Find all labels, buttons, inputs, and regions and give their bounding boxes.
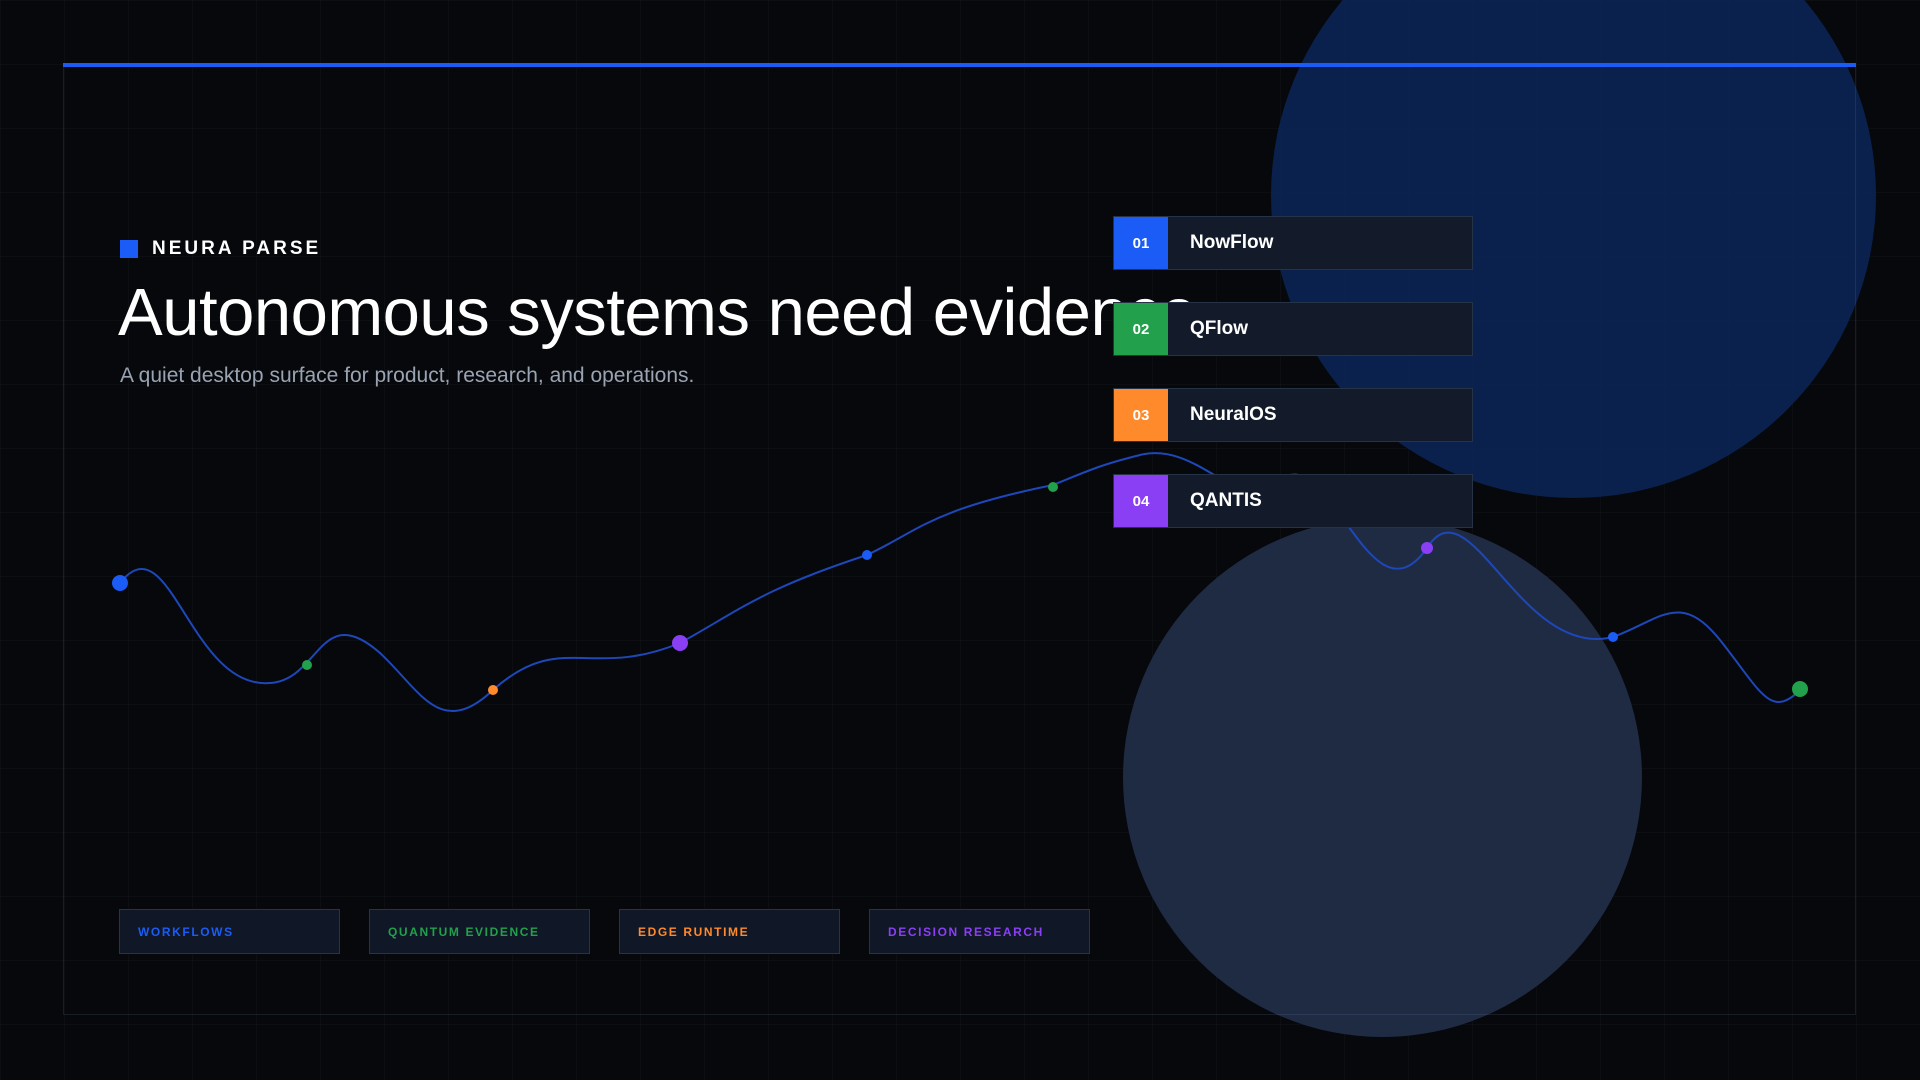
slide-canvas: NEURA PARSE Autonomous systems need evid… [0, 0, 1920, 1080]
tag-quantum-evidence[interactable]: QUANTUM EVIDENCE [369, 909, 590, 954]
tag-decision-research[interactable]: DECISION RESEARCH [869, 909, 1090, 954]
wave-line [119, 452, 1801, 713]
list-number-badge: 03 [1114, 389, 1168, 441]
product-list: 01 NowFlow 02 QFlow 03 NeuralOS 04 QANTI… [1113, 216, 1473, 560]
tag-workflows[interactable]: WORKFLOWS [119, 909, 340, 954]
list-item-neuralos[interactable]: 03 NeuralOS [1113, 388, 1473, 442]
wave-dot-3 [488, 685, 498, 695]
wave-dot-1 [112, 575, 128, 591]
list-number-badge: 01 [1114, 217, 1168, 269]
page-subtitle: A quiet desktop surface for product, res… [120, 364, 695, 387]
wave-dot-9 [1792, 681, 1808, 697]
wave-dot-4 [672, 635, 688, 651]
list-number-badge: 04 [1114, 475, 1168, 527]
tag-row: WORKFLOWS QUANTUM EVIDENCE EDGE RUNTIME … [119, 909, 1090, 954]
list-item-qantis[interactable]: 04 QANTIS [1113, 474, 1473, 528]
list-item-qflow[interactable]: 02 QFlow [1113, 302, 1473, 356]
wave-dot-2 [302, 660, 312, 670]
list-item-label: QFlow [1190, 318, 1249, 339]
tag-edge-runtime[interactable]: EDGE RUNTIME [619, 909, 840, 954]
list-number-badge: 02 [1114, 303, 1168, 355]
wave-dot-5 [862, 550, 872, 560]
wave-dot-6 [1048, 482, 1058, 492]
list-item-nowflow[interactable]: 01 NowFlow [1113, 216, 1473, 270]
list-item-label: NowFlow [1190, 232, 1274, 253]
page-title: Autonomous systems need evidence [118, 275, 1197, 350]
wave-dot-8 [1608, 632, 1618, 642]
list-item-label: NeuralOS [1190, 404, 1277, 425]
list-item-label: QANTIS [1190, 490, 1262, 511]
